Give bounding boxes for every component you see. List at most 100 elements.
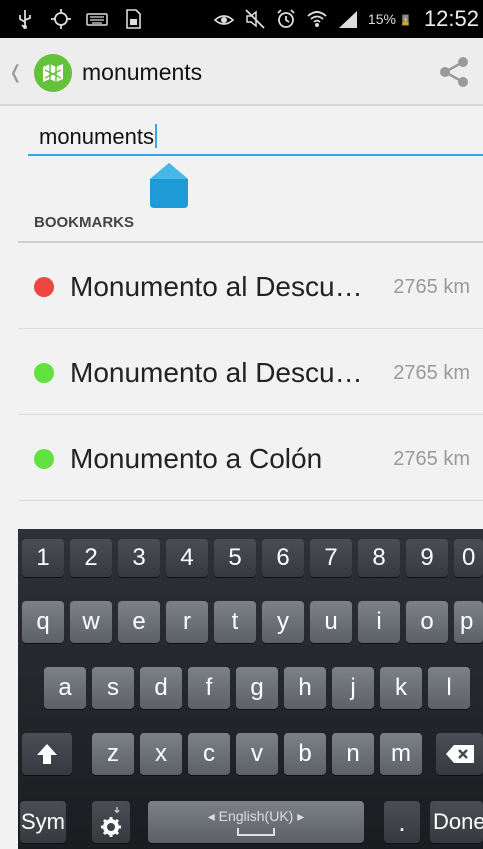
key-x[interactable]: x: [140, 733, 182, 775]
key-label: g: [250, 674, 264, 701]
key-label: c: [203, 740, 215, 767]
key-i[interactable]: i: [358, 601, 400, 643]
search-input[interactable]: monuments: [28, 114, 483, 156]
key-label: 2: [84, 544, 98, 571]
bookmark-color-dot: [34, 449, 54, 469]
gps-icon: [51, 9, 71, 29]
key-l[interactable]: l: [428, 667, 470, 709]
share-icon[interactable]: [437, 54, 473, 90]
key-t[interactable]: t: [214, 601, 256, 643]
key-7[interactable]: 7: [310, 539, 352, 577]
key-8[interactable]: 8: [358, 539, 400, 577]
mute-icon: [245, 9, 265, 29]
key-0[interactable]: 0: [454, 539, 483, 577]
bookmark-name: Monumento al Descu…: [70, 357, 363, 388]
app-logo-icon[interactable]: [34, 54, 72, 92]
status-left-icons: [14, 8, 144, 30]
page-title: monuments: [82, 59, 203, 85]
status-right-icons: 15% 12:52: [213, 6, 479, 32]
key-2[interactable]: 2: [70, 539, 112, 577]
key-label: m: [391, 740, 411, 767]
search-input-value: monuments: [39, 124, 157, 150]
key-label: p: [460, 608, 474, 635]
key-label: w: [82, 608, 100, 635]
key-r[interactable]: r: [166, 601, 208, 643]
key-a[interactable]: a: [44, 667, 86, 709]
key-label: n: [346, 740, 360, 767]
key-h[interactable]: h: [284, 667, 326, 709]
key-s[interactable]: s: [92, 667, 134, 709]
key-f[interactable]: f: [188, 667, 230, 709]
key-label: r: [183, 608, 191, 635]
key-label: j: [350, 674, 356, 701]
key-j[interactable]: j: [332, 667, 374, 709]
key-label: k: [395, 674, 407, 701]
space-label: English(UK): [218, 808, 294, 824]
key-m[interactable]: m: [380, 733, 422, 775]
key-5[interactable]: 5: [214, 539, 256, 577]
key-q[interactable]: q: [22, 601, 64, 643]
battery-charging-icon: [402, 14, 409, 26]
key-label: 6: [276, 544, 290, 571]
bookmark-color-dot: [34, 277, 54, 297]
key-label: l: [446, 674, 452, 701]
alarm-icon: [277, 9, 295, 28]
key-label: 8: [372, 544, 386, 571]
key-e[interactable]: e: [118, 601, 160, 643]
key-6[interactable]: 6: [262, 539, 304, 577]
list-item[interactable]: Monumento al Descu… 2765 km: [18, 243, 483, 329]
key-b[interactable]: b: [284, 733, 326, 775]
space-key[interactable]: ◂ English(UK) ▸: [148, 801, 364, 843]
key-3[interactable]: 3: [118, 539, 160, 577]
key-y[interactable]: y: [262, 601, 304, 643]
key-4[interactable]: 4: [166, 539, 208, 577]
clock: 12:52: [423, 6, 479, 31]
cursor-handle-icon[interactable]: [150, 160, 188, 208]
status-bar: 15% 12:52: [0, 0, 483, 38]
chevron-left-icon[interactable]: ❬: [8, 62, 23, 83]
key-k[interactable]: k: [380, 667, 422, 709]
list-item[interactable]: Monumento a Colón 2765 km: [18, 415, 483, 501]
key-u[interactable]: u: [310, 601, 352, 643]
wifi-icon: [307, 11, 327, 27]
bookmark-list: Monumento al Descu… 2765 km Monumento al…: [18, 243, 483, 501]
key-z[interactable]: z: [92, 733, 134, 775]
bookmark-name: Monumento a Colón: [70, 443, 323, 474]
key-d[interactable]: d: [140, 667, 182, 709]
list-item[interactable]: Monumento al Descu… 2765 km: [18, 329, 483, 415]
key-n[interactable]: n: [332, 733, 374, 775]
sym-key[interactable]: Sym: [20, 801, 66, 843]
key-label: y: [277, 608, 289, 635]
key-label: 3: [132, 544, 146, 571]
backspace-key[interactable]: [436, 733, 483, 775]
shift-key[interactable]: [22, 733, 72, 775]
bookmark-distance: 2765 km: [393, 362, 470, 384]
key-label: h: [298, 674, 312, 701]
bookmark-name: Monumento al Descu…: [70, 271, 363, 302]
bookmark-distance: 2765 km: [393, 276, 470, 298]
key-1[interactable]: 1: [22, 539, 64, 577]
key-c[interactable]: c: [188, 733, 230, 775]
key-p[interactable]: p: [454, 601, 483, 643]
key-label: f: [205, 674, 213, 701]
search-text: monuments: [39, 124, 154, 149]
key-9[interactable]: 9: [406, 539, 448, 577]
done-key[interactable]: Done: [430, 801, 483, 843]
key-o[interactable]: o: [406, 601, 448, 643]
key-label: 4: [180, 544, 194, 571]
space-bar-icon: [237, 828, 275, 836]
settings-key[interactable]: [92, 801, 130, 843]
key-label: b: [298, 740, 312, 767]
key-label: Done: [433, 809, 483, 834]
backspace-icon: [445, 745, 474, 763]
key-v[interactable]: v: [236, 733, 278, 775]
period-key[interactable]: .: [384, 801, 420, 843]
key-w[interactable]: w: [70, 601, 112, 643]
key-g[interactable]: g: [236, 667, 278, 709]
key-label: x: [155, 740, 167, 767]
shift-arrow-icon: [37, 744, 57, 764]
key-label: a: [58, 674, 72, 701]
key-label: e: [132, 608, 146, 635]
key-label: s: [107, 674, 119, 701]
soft-keyboard: 1 2 3 4 5 6 7 8 9 0 q w e r t y u i o p …: [18, 529, 483, 849]
